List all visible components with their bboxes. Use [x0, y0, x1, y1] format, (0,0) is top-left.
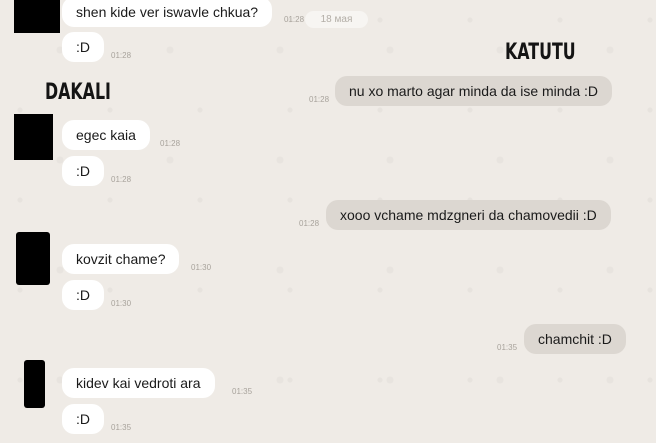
message-bubble[interactable]: kidev kai vedroti ara	[62, 368, 215, 398]
message-time: 01:35	[497, 343, 518, 352]
message-bubble[interactable]: :D	[62, 32, 104, 62]
message-time: 01:30	[191, 263, 212, 272]
message-time: 01:35	[111, 423, 132, 432]
right-name-label: KATUTU	[505, 40, 576, 65]
message-time: 01:28	[111, 175, 132, 184]
message-time: 01:28	[309, 95, 330, 104]
message-bubble[interactable]: :D	[62, 404, 104, 434]
message-bubble[interactable]: :D	[62, 156, 104, 186]
message-bubble[interactable]: :D	[62, 280, 104, 310]
message-time: 01:28	[284, 15, 305, 24]
message-bubble-outgoing[interactable]: xooo vchame mdzgneri da chamovedii :D	[326, 200, 611, 230]
message-bubble-outgoing[interactable]: chamchit :D	[524, 324, 626, 354]
avatar[interactable]	[14, 0, 60, 33]
left-name-label: DAKALI	[45, 80, 111, 105]
message-time: 01:30	[111, 299, 132, 308]
message-time: 01:35	[232, 387, 253, 396]
message-bubble[interactable]: kovzit chame?	[62, 244, 180, 274]
message-time: 01:28	[111, 51, 132, 60]
chat-window: 18 мая DAKALI KATUTU shen kide ver iswav…	[0, 0, 656, 443]
date-badge: 18 мая	[305, 11, 368, 28]
avatar[interactable]	[24, 360, 45, 408]
message-bubble[interactable]: shen kide ver iswavle chkua?	[62, 0, 273, 27]
avatar[interactable]	[16, 232, 50, 285]
message-time: 01:28	[160, 139, 181, 148]
message-bubble-outgoing[interactable]: nu xo marto agar minda da ise minda :D	[335, 76, 613, 106]
avatar[interactable]	[14, 114, 53, 160]
message-bubble[interactable]: egec kaia	[62, 120, 150, 150]
message-time: 01:28	[299, 219, 320, 228]
